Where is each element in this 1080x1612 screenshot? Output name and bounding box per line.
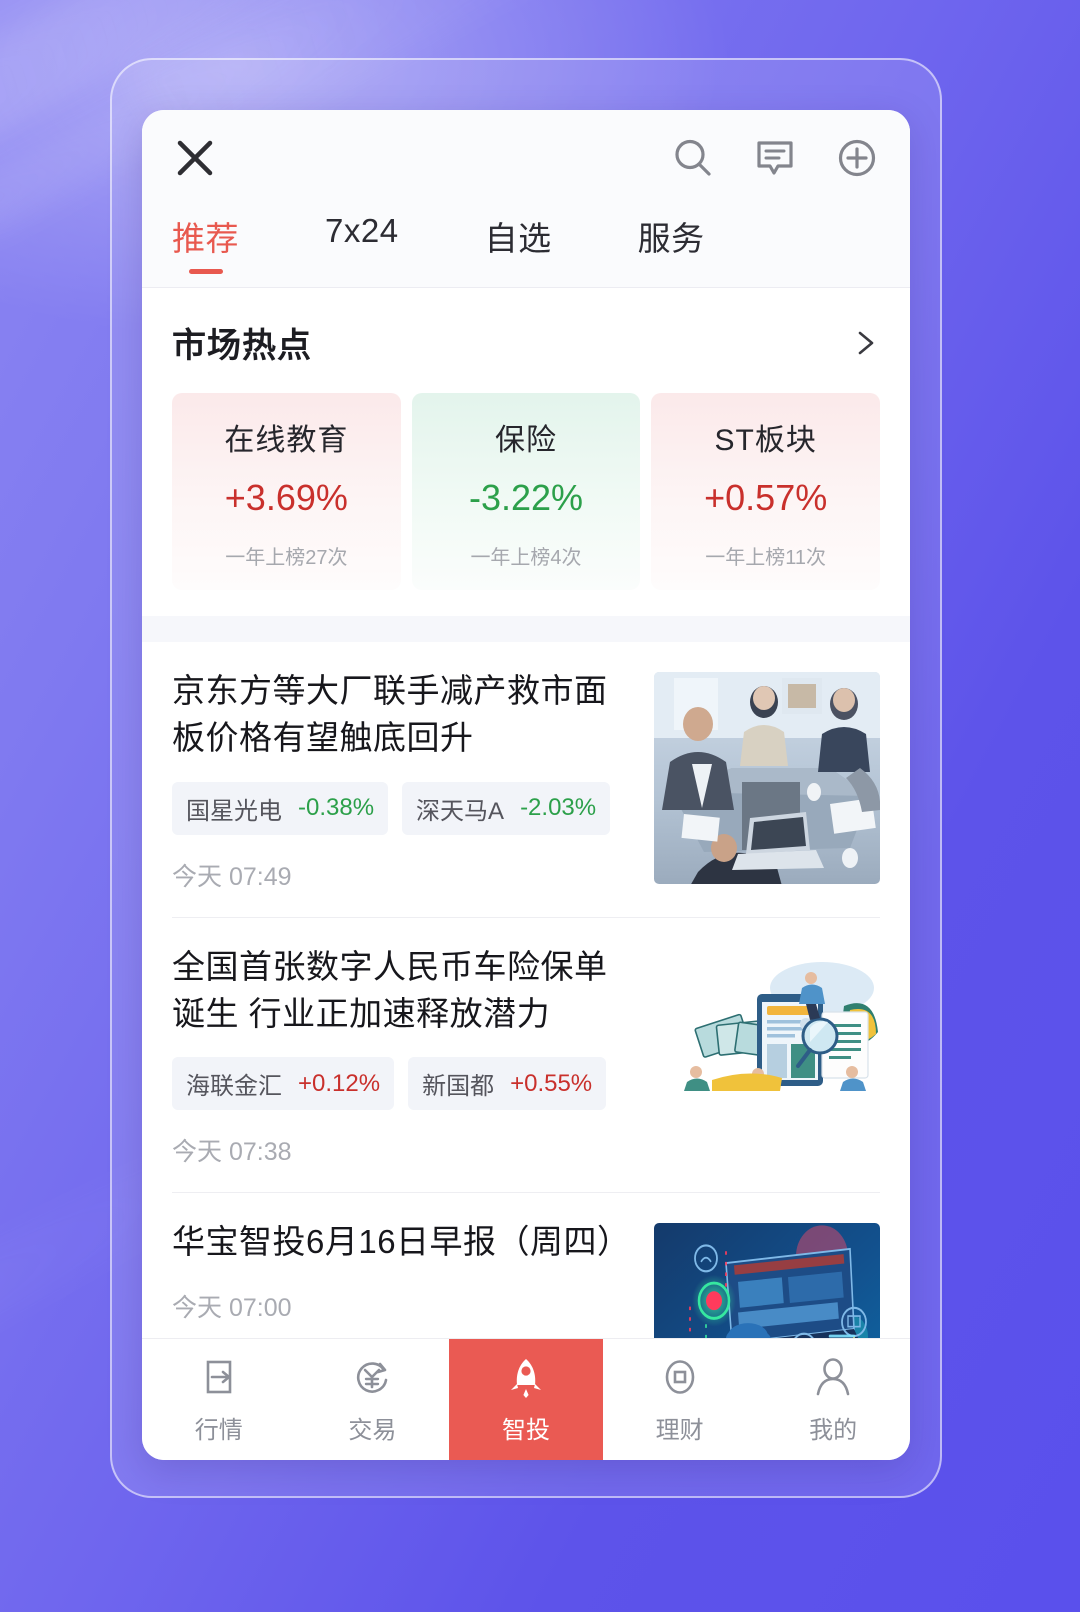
hotspot-percent: +0.57% <box>704 477 828 518</box>
market-hotspot-header[interactable]: 市场热点 <box>142 288 910 367</box>
tab-service[interactable]: 服务 <box>638 206 705 260</box>
news-text-block: 全国首张数字人民币车险保单诞生 行业正加速释放潜力 海联金汇 +0.12% 新国… <box>172 944 654 1169</box>
close-icon <box>177 140 213 176</box>
fintech-illustration-icon: $ $ $ <box>654 947 880 1091</box>
nav-item-finance[interactable]: 理财 <box>603 1339 757 1460</box>
hotspot-subtext: 一年上榜4次 <box>470 547 582 569</box>
stock-tag[interactable]: 海联金汇 +0.12% <box>172 1057 395 1111</box>
add-button[interactable] <box>834 135 880 181</box>
news-item[interactable]: 京东方等大厂联手减产救市面板价格有望触底回升 国星光电 -0.38% 深天马A … <box>172 642 880 918</box>
news-thumbnail[interactable] <box>654 672 880 884</box>
search-button[interactable] <box>670 135 716 181</box>
content-scroll-area[interactable]: 市场热点 在线教育 +3.69% 一年上榜27次 保险 -3.22% 一年上榜4… <box>142 288 910 1338</box>
plus-circle-icon <box>838 139 876 177</box>
stock-name: 深天马A <box>416 797 505 825</box>
news-time: 今天 07:38 <box>172 1138 292 1167</box>
meeting-photo-icon <box>654 672 880 884</box>
news-tags: 海联金汇 +0.12% 新国都 +0.55% <box>172 1057 632 1111</box>
tab-watchlist[interactable]: 自选 <box>485 206 552 260</box>
nav-item-profile[interactable]: 我的 <box>756 1339 910 1460</box>
hotspot-subtext: 一年上榜27次 <box>225 547 348 569</box>
news-tags: 国星光电 -0.38% 深天马A -2.03% <box>172 781 632 835</box>
nav-label: 我的 <box>809 1417 858 1444</box>
nav-item-quotes[interactable]: 行情 <box>142 1339 296 1460</box>
top-bar <box>142 110 910 206</box>
stock-name: 国星光电 <box>186 797 282 825</box>
news-time: 今天 07:49 <box>172 862 292 891</box>
hotspot-card[interactable]: 保险 -3.22% 一年上榜4次 <box>411 393 641 590</box>
hotspot-percent: +3.69% <box>224 477 348 518</box>
rocket-icon <box>510 1359 541 1398</box>
market-hotspot-title: 市场热点 <box>172 327 312 365</box>
hotspot-card[interactable]: 在线教育 +3.69% 一年上榜27次 <box>172 393 401 590</box>
stock-percent: -2.03% <box>520 794 597 822</box>
tab-bar: 推荐 7x24 自选 服务 <box>142 206 910 288</box>
stock-percent: +0.12% <box>298 1069 381 1097</box>
nav-label: 交易 <box>348 1417 397 1444</box>
news-thumbnail[interactable]: $ $ $ <box>654 947 880 1091</box>
hotspot-card[interactable]: ST板块 +0.57% 一年上榜11次 <box>651 393 881 590</box>
stock-name: 新国都 <box>422 1073 495 1101</box>
app-panel: 推荐 7x24 自选 服务 市场热点 在线教育 +3.69% 一年上榜27次 保… <box>142 110 910 1460</box>
news-item[interactable]: 华宝智投6月16日早报（周四） 今天 07:00 <box>172 1193 880 1338</box>
chevron-right-icon[interactable] <box>850 328 880 358</box>
message-button[interactable] <box>752 135 798 181</box>
quotes-icon <box>206 1360 232 1394</box>
news-title: 全国首张数字人民币车险保单诞生 行业正加速释放潜力 <box>172 947 608 1032</box>
top-bar-actions <box>670 135 880 181</box>
message-icon <box>757 141 793 175</box>
hotspot-percent: -3.22% <box>468 477 584 518</box>
stock-name: 海联金汇 <box>186 1073 282 1101</box>
news-list: 京东方等大厂联手减产救市面板价格有望触底回升 国星光电 -0.38% 深天马A … <box>142 642 910 1338</box>
stock-percent: -0.38% <box>298 794 375 822</box>
trade-icon <box>357 1362 388 1393</box>
stock-percent: +0.55% <box>510 1069 593 1097</box>
nav-label: 智投 <box>501 1417 550 1444</box>
nav-item-smart-invest[interactable]: 智投 <box>449 1339 603 1460</box>
search-icon <box>675 139 711 176</box>
stock-tag[interactable]: 深天马A -2.03% <box>402 781 611 835</box>
news-text-block: 华宝智投6月16日早报（周四） 今天 07:00 <box>172 1219 654 1338</box>
stock-tag[interactable]: 国星光电 -0.38% <box>172 781 389 835</box>
news-time: 今天 07:00 <box>172 1294 292 1323</box>
hotspot-subtext: 一年上榜11次 <box>705 547 827 569</box>
hotspot-name: 在线教育 <box>224 424 349 457</box>
finance-icon <box>665 1360 694 1394</box>
stock-tag[interactable]: 新国都 +0.55% <box>408 1057 607 1111</box>
tab-recommend[interactable]: 推荐 <box>172 206 239 260</box>
tech-illustration-icon <box>654 1223 880 1338</box>
close-button[interactable] <box>172 135 218 181</box>
nav-item-trade[interactable]: 交易 <box>296 1339 450 1460</box>
news-title: 京东方等大厂联手减产救市面板价格有望触底回升 <box>172 672 608 756</box>
hotspot-name: ST板块 <box>714 424 817 457</box>
section-divider <box>142 616 910 642</box>
nav-label: 行情 <box>194 1417 243 1444</box>
bottom-navigation: 行情 交易 智投 理财 我的 <box>142 1338 910 1460</box>
hotspot-name: 保险 <box>495 424 557 457</box>
news-thumbnail[interactable] <box>654 1223 880 1338</box>
news-item[interactable]: 全国首张数字人民币车险保单诞生 行业正加速释放潜力 海联金汇 +0.12% 新国… <box>172 918 880 1194</box>
news-title: 华宝智投6月16日早报（周四） <box>172 1223 631 1261</box>
profile-icon <box>816 1358 850 1396</box>
tab-7x24[interactable]: 7x24 <box>325 206 399 250</box>
news-text-block: 京东方等大厂联手减产救市面板价格有望触底回升 国星光电 -0.38% 深天马A … <box>172 668 654 893</box>
market-hotspot-cards: 在线教育 +3.69% 一年上榜27次 保险 -3.22% 一年上榜4次 ST板… <box>142 367 910 590</box>
nav-label: 理财 <box>655 1417 704 1444</box>
